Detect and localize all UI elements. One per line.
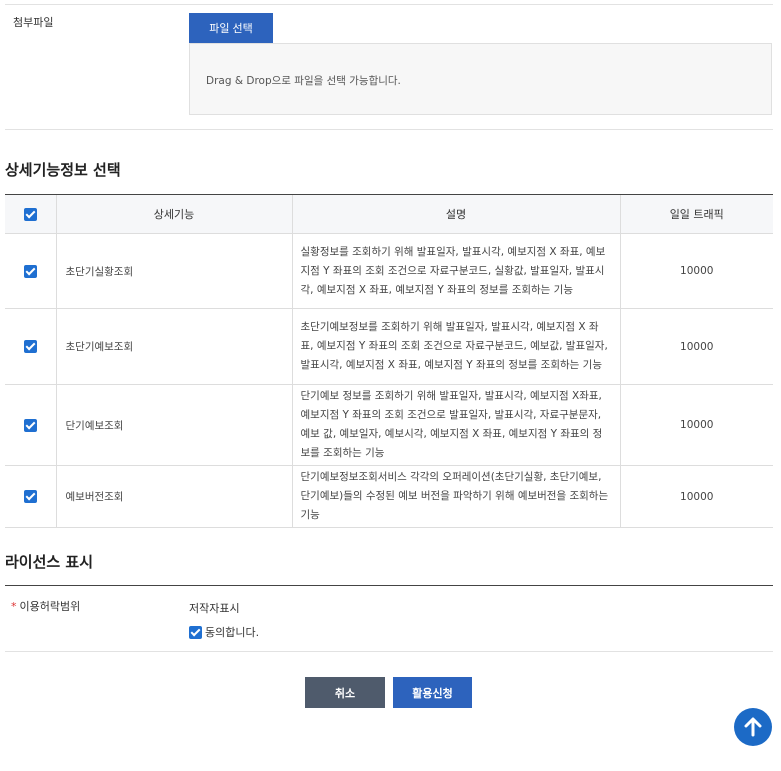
license-scope-label: * 이용허락범위: [11, 598, 80, 614]
divider: [5, 129, 773, 130]
row-checkbox[interactable]: [23, 490, 37, 503]
row-name: 단기예보조회: [55, 384, 292, 466]
table-row: 단기예보조회 단기예보 정보를 조회하기 위해 발표일자, 발표시각, 예보지점…: [5, 384, 773, 466]
row-name: 초단기실황조회: [55, 233, 292, 309]
license-scope-text: 이용허락범위: [19, 600, 81, 613]
row-desc: 초단기예보정보를 조회하기 위해 발표일자, 발표시각, 예보지점 X 좌표, …: [291, 308, 620, 385]
divider: [5, 651, 773, 652]
file-select-button[interactable]: 파일 선택: [189, 13, 273, 43]
row-desc: 단기예보정보조회서비스 각각의 오퍼레이션(초단기실황, 초단기예보, 단기예보…: [291, 465, 620, 528]
table-header-row: 상세기능 설명 일일 트래픽: [5, 194, 773, 234]
row-name: 초단기예보조회: [55, 308, 292, 385]
license-divider: [5, 585, 773, 586]
agree-checkbox-row[interactable]: 동의합니다.: [189, 624, 259, 640]
table-row: 초단기실황조회 실황정보를 조회하기 위해 발표일자, 발표시각, 예보지점 X…: [5, 233, 773, 309]
header-desc: 설명: [291, 194, 620, 234]
select-all-checkbox[interactable]: [23, 207, 37, 221]
file-drop-zone[interactable]: Drag & Drop으로 파일을 선택 가능합니다.: [189, 43, 772, 115]
drop-hint: Drag & Drop으로 파일을 선택 가능합니다.: [206, 75, 401, 87]
select-all-cell: [5, 194, 56, 234]
row-desc: 실황정보를 조회하기 위해 발표일자, 발표시각, 예보지점 X 좌표, 예보지…: [291, 233, 620, 309]
row-name: 예보버전조회: [55, 465, 292, 528]
row-checkbox[interactable]: [23, 340, 37, 353]
row-checkbox[interactable]: [23, 264, 37, 278]
required-mark: *: [11, 600, 17, 613]
attachment-label: 첨부파일: [13, 16, 54, 29]
row-desc: 단기예보 정보를 조회하기 위해 발표일자, 발표시각, 예보지점 X좌표, 예…: [291, 384, 620, 466]
detail-section-title: 상세기능정보 선택: [5, 161, 121, 179]
cancel-button[interactable]: 취소: [305, 677, 385, 708]
apply-button[interactable]: 활용신청: [393, 677, 472, 708]
row-checkbox[interactable]: [23, 418, 37, 432]
scroll-top-button[interactable]: [734, 708, 772, 746]
header-name: 상세기능: [55, 194, 292, 234]
row-traffic: 10000: [619, 384, 773, 466]
table-row: 초단기예보조회 초단기예보정보를 조회하기 위해 발표일자, 발표시각, 예보지…: [5, 308, 773, 385]
arrow-up-icon: [744, 717, 762, 737]
detail-function-table: 상세기능 설명 일일 트래픽 초단기실황조회 실황정보를 조회하기 위해 발표일…: [5, 194, 773, 528]
row-traffic: 10000: [619, 308, 773, 385]
agree-checkbox[interactable]: [189, 625, 202, 639]
top-divider: [5, 4, 773, 5]
row-traffic: 10000: [619, 233, 773, 309]
license-section-title: 라이선스 표시: [5, 553, 94, 571]
table-row: 예보버전조회 단기예보정보조회서비스 각각의 오퍼레이션(초단기실황, 초단기예…: [5, 465, 773, 528]
row-traffic: 10000: [619, 465, 773, 528]
agree-label: 동의합니다.: [205, 626, 260, 639]
header-traffic: 일일 트래픽: [619, 194, 773, 234]
license-type: 저작자표시: [189, 602, 240, 615]
